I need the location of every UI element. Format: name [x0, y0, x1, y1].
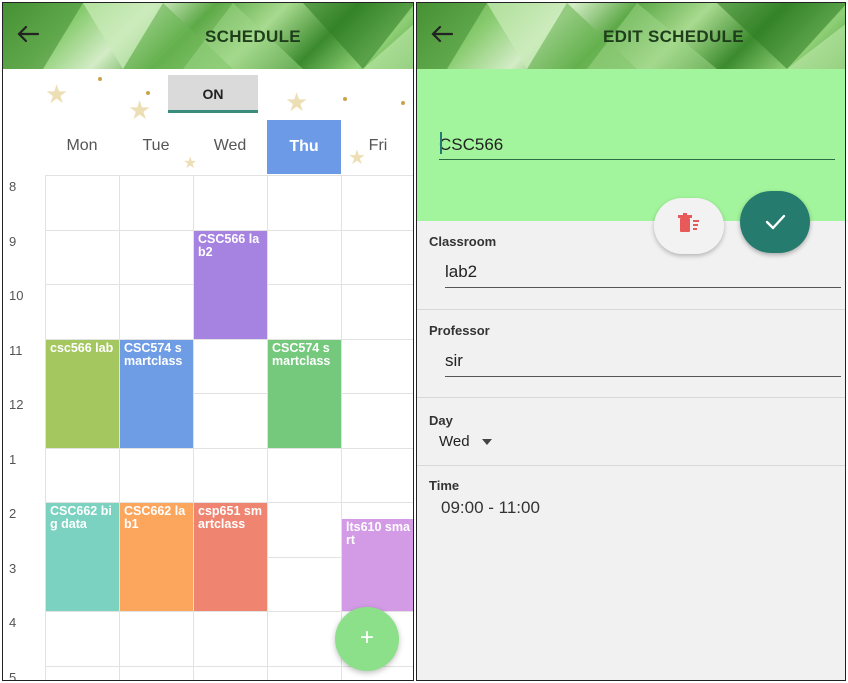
- save-button[interactable]: [740, 191, 810, 253]
- dot-decoration: [146, 91, 150, 95]
- hour-label: 12: [9, 397, 24, 412]
- day-value: Wed: [439, 433, 470, 450]
- back-arrow-icon[interactable]: [427, 19, 457, 49]
- schedule-event[interactable]: CSC574 smartclass: [268, 339, 341, 448]
- star-decoration: ★: [285, 87, 309, 117]
- schedule-event[interactable]: csp651 smartclass: [194, 503, 267, 611]
- schedule-event[interactable]: CSC662 lab1: [120, 503, 193, 611]
- hour-label: 2: [9, 506, 17, 521]
- divider: [417, 465, 845, 466]
- hour-label: 1: [9, 451, 17, 467]
- dot-decoration: [98, 77, 102, 81]
- day-column-mon[interactable]: Mon: [45, 131, 119, 161]
- hour-label: 8: [9, 179, 17, 194]
- schedule-event[interactable]: csc566 lab: [46, 339, 119, 448]
- grid-line: [45, 175, 413, 176]
- divider: [417, 309, 845, 310]
- hour-label: 10: [9, 288, 24, 303]
- course-name-input[interactable]: [439, 131, 835, 160]
- day-column-fri[interactable]: Fri: [341, 131, 413, 161]
- schedule-event[interactable]: CSC574 smartclass: [120, 339, 193, 448]
- text-cursor: [440, 132, 442, 154]
- day-header: ★ ★ ★ ★ ★ ON Mon Tue Wed Thu Fri: [3, 69, 413, 175]
- schedule-header: SCHEDULE: [3, 3, 413, 69]
- star-decoration: ★: [128, 95, 152, 125]
- on-toggle-button[interactable]: ON: [168, 75, 258, 113]
- time-label: Time: [429, 478, 460, 493]
- hour-label: 3: [9, 560, 17, 576]
- schedule-event[interactable]: CSC662 big data: [46, 503, 119, 611]
- day-column-wed[interactable]: Wed: [193, 131, 267, 161]
- add-schedule-button[interactable]: +: [335, 607, 399, 671]
- check-icon: [765, 214, 786, 230]
- hour-label: 11: [9, 342, 23, 358]
- hour-label: 4: [9, 615, 17, 630]
- schedule-title: SCHEDULE: [205, 27, 301, 46]
- delete-button[interactable]: [654, 198, 724, 254]
- edit-header: EDIT SCHEDULE: [417, 3, 845, 69]
- edit-schedule-screen: EDIT SCHEDULE Classroom Professor Day We…: [416, 2, 846, 681]
- dot-decoration: [343, 97, 347, 101]
- schedule-screen: SCHEDULE ★ ★ ★ ★ ★ ON Mon Tue Wed Thu Fri 8 9…: [2, 2, 414, 681]
- time-value[interactable]: 09:00 - 11:00: [441, 498, 540, 518]
- schedule-event[interactable]: CSC566 lab2: [194, 230, 267, 339]
- day-dropdown[interactable]: Wed: [439, 433, 492, 450]
- day-column-tue[interactable]: Tue: [119, 131, 193, 161]
- day-label: Day: [429, 413, 453, 428]
- hour-label: 9: [9, 233, 17, 249]
- hour-label: 5: [9, 669, 17, 681]
- star-decoration: ★: [45, 79, 69, 109]
- professor-label: Professor: [429, 323, 490, 338]
- classroom-input[interactable]: [445, 257, 841, 288]
- schedule-event[interactable]: lts610 smart: [342, 519, 413, 611]
- classroom-label: Classroom: [429, 234, 497, 249]
- grid-line: [45, 447, 413, 449]
- dot-decoration: [401, 101, 405, 105]
- edit-schedule-title: EDIT SCHEDULE: [603, 27, 744, 46]
- dropdown-arrow-icon: [481, 439, 492, 446]
- day-column-thu[interactable]: Thu: [267, 120, 341, 174]
- divider: [417, 397, 845, 398]
- trash-icon: [678, 213, 699, 232]
- professor-input[interactable]: [445, 346, 841, 377]
- back-arrow-icon[interactable]: [13, 19, 43, 49]
